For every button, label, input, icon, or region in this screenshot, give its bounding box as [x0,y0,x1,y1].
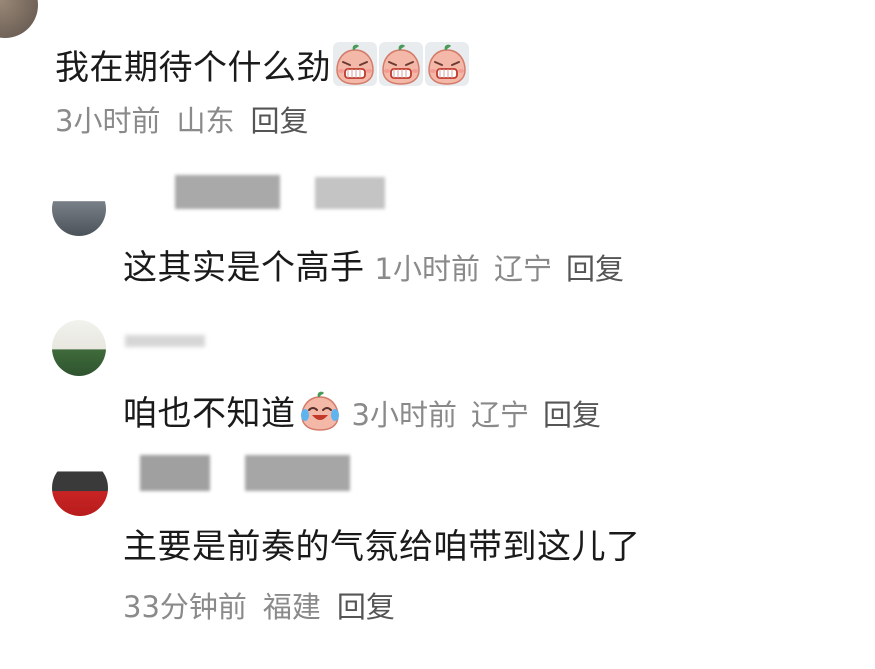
comment-meta: 33分钟前 福建 回复 [123,589,411,625]
blurred-username [140,455,210,491]
comment-text: 咱也不知道 3小时前 辽宁 回复 [123,388,615,435]
blurred-username [175,175,280,209]
reply-button[interactable]: 回复 [566,252,624,286]
timestamp: 33分钟前 [123,590,247,624]
blurred-username [245,455,350,491]
location: 辽宁 [493,252,552,286]
comment-text: 主要是前奏的气氛给咱带到这儿了 [123,527,641,567]
comment-body: 主要是前奏的气氛给咱带到这儿了 [123,527,641,567]
comment-body: 这其实是个高手 [123,248,365,288]
reply-button[interactable]: 回复 [337,590,395,624]
grimace-sticker-icon [379,42,423,86]
grimace-sticker-icon [333,42,377,86]
comment-text: 我在期待个什么劲 [55,42,469,88]
avatar[interactable] [0,0,38,38]
comment-text: 这其实是个高手 1小时前 辽宁 回复 [123,248,638,289]
blurred-username [315,177,385,209]
location: 福建 [262,590,321,624]
reply-button[interactable]: 回复 [250,104,308,138]
timestamp: 3小时前 [55,104,161,138]
comment-body: 我在期待个什么劲 [55,48,331,88]
avatar[interactable] [52,320,106,376]
avatar[interactable] [52,182,106,236]
grimace-sticker-icon [425,42,469,86]
location: 辽宁 [470,398,529,432]
comment-meta: 3小时前 山东 回复 [55,103,324,139]
avatar[interactable] [52,460,108,516]
blurred-username [125,335,205,347]
laugh-cry-sticker-icon [298,388,342,432]
comment-body: 咱也不知道 [123,394,296,434]
reply-button[interactable]: 回复 [543,398,601,432]
timestamp: 3小时前 [351,398,457,432]
location: 山东 [176,104,235,138]
timestamp: 1小时前 [374,252,480,286]
